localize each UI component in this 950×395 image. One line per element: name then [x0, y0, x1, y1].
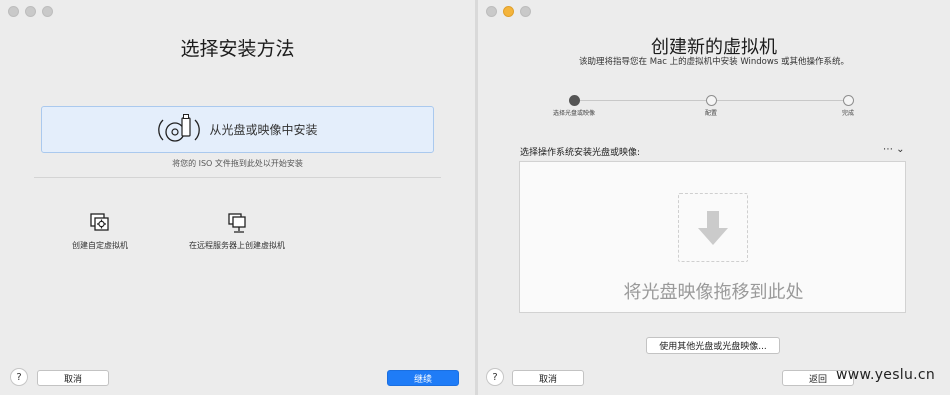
close-dot[interactable] — [8, 6, 19, 17]
create-custom-vm-option[interactable]: 创建自定虚拟机 — [62, 212, 138, 251]
watermark: www.yeslu.cn — [836, 367, 936, 383]
step-dot — [706, 95, 717, 106]
install-method-window: 选择安装方法 从光盘或映像中安装 将您的 ISO 文件拖到此处以开始安装 创建自… — [0, 0, 475, 395]
continue-button[interactable]: 继续 — [387, 370, 459, 386]
step-dot — [843, 95, 854, 106]
create-custom-vm-label: 创建自定虚拟机 — [72, 241, 128, 250]
step-label: 完成 — [841, 110, 855, 117]
iso-drop-hint: 将您的 ISO 文件拖到此处以开始安装 — [172, 159, 303, 168]
window-controls — [8, 6, 53, 17]
new-vm-assistant-window: 创建新的虚拟机 该助理将指导您在 Mac 上的虚拟机中安装 Windows 或其… — [478, 0, 950, 395]
more-options-icon[interactable]: ⋯ ⌄ — [883, 144, 905, 155]
install-button-label: 从光盘或映像中安装 — [209, 123, 318, 137]
page-title: 选择安装方法 — [180, 38, 295, 60]
install-from-disc-button[interactable]: 从光盘或映像中安装 — [41, 106, 434, 153]
disc-usb-icon — [157, 112, 201, 148]
remote-server-vm-label: 在远程服务器上创建虚拟机 — [189, 241, 285, 250]
zoom-dot[interactable] — [42, 6, 53, 17]
window-controls — [486, 6, 531, 17]
screenshot-stage: 选择安装方法 从光盘或映像中安装 将您的 ISO 文件拖到此处以开始安装 创建自… — [0, 0, 950, 395]
use-other-disc-button[interactable]: 使用其他光盘或光盘映像... — [646, 337, 780, 354]
help-button[interactable]: ? — [10, 368, 28, 386]
remote-server-vm-option[interactable]: 在远程服务器上创建虚拟机 — [182, 212, 292, 251]
step-label: 配置 — [704, 110, 718, 117]
drop-target-box — [678, 193, 748, 262]
image-drop-zone[interactable]: 将光盘映像拖移到此处 — [519, 161, 906, 313]
zoom-dot[interactable] — [520, 6, 531, 17]
remote-server-icon — [226, 212, 248, 234]
close-dot[interactable] — [486, 6, 497, 17]
drop-zone-text: 将光盘映像拖移到此处 — [623, 282, 804, 303]
help-button[interactable]: ? — [486, 368, 504, 386]
custom-vm-icon — [89, 212, 111, 234]
progress-steps: 选择光盘或映像 配置 完成 — [553, 95, 855, 125]
divider — [34, 177, 441, 178]
cancel-button[interactable]: 取消 — [512, 370, 584, 386]
page-subtitle: 该助理将指导您在 Mac 上的虚拟机中安装 Windows 或其他操作系统。 — [579, 57, 849, 67]
cancel-button[interactable]: 取消 — [37, 370, 109, 386]
minimize-dot[interactable] — [503, 6, 514, 17]
step-dot-current — [569, 95, 580, 106]
select-os-label: 选择操作系统安装光盘或映像: — [520, 148, 641, 158]
minimize-dot[interactable] — [25, 6, 36, 17]
down-arrow-icon — [698, 210, 728, 245]
step-label: 选择光盘或映像 — [552, 110, 596, 117]
